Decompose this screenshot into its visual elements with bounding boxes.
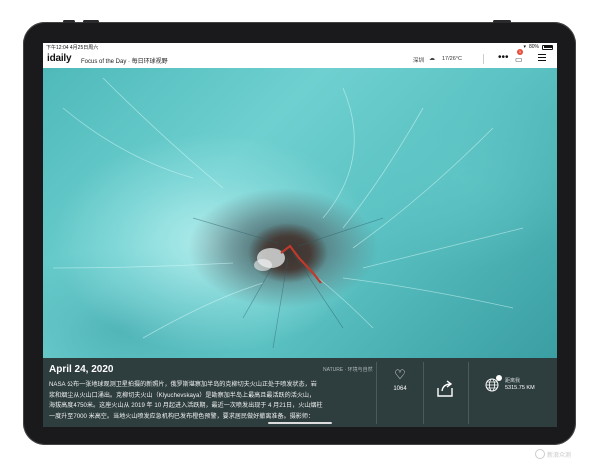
watermark-logo-icon: [535, 449, 545, 459]
like-button[interactable]: ♡ 1064: [383, 367, 417, 393]
caption-panel: April 24, 2020 NATURE · 环境与自然 NASA 公布一张地…: [43, 358, 557, 427]
panel-divider: [468, 362, 469, 424]
distance-value: 5315.75 KM: [505, 385, 535, 391]
photo-details: [52, 77, 524, 349]
notification-badge: 1: [517, 49, 523, 55]
share-icon[interactable]: [435, 380, 455, 398]
body-line: 一度升至7000 米高空。当地火山喷发应急机构已发布橙色预警，要求居民做好撤离准…: [49, 412, 315, 420]
watermark: 新浪众测: [535, 449, 571, 459]
volume-button: [63, 20, 75, 23]
app-header: idaily Focus of the Day · 每日环球视野 深圳 ☁ 17…: [43, 49, 557, 68]
status-time: 下午12:04 4月25日周六: [46, 45, 99, 51]
menu-icon[interactable]: [538, 54, 546, 63]
category-tag[interactable]: NATURE · 环境与自然: [323, 366, 373, 373]
story-date: April 24, 2020: [49, 364, 114, 375]
heart-icon: ♡: [394, 367, 406, 382]
volume-button: [83, 20, 99, 23]
body-line: 浆和烟尘从火山口涌出。克柳切夫火山（Klyuchevskaya）是勘察加半岛上最…: [49, 391, 316, 399]
home-indicator[interactable]: [268, 422, 332, 424]
location-badge: [496, 375, 502, 381]
satellite-photo: [43, 68, 557, 358]
battery-percent: 80%: [528, 44, 539, 50]
header-divider: [483, 54, 484, 64]
weather-temp: 17/26°C: [442, 56, 462, 62]
watermark-text: 新浪众测: [547, 452, 572, 459]
notification-icon[interactable]: ▭: [515, 55, 523, 64]
body-line: NASA 公布一张地球观测卫星拍摄的新照片，俄罗斯堪察加半岛的克柳切夫火山正处于…: [49, 381, 317, 388]
like-count: 1064: [393, 386, 407, 392]
distance-label: 距离我: [505, 378, 521, 384]
panel-divider: [423, 362, 424, 424]
panel-divider: [376, 362, 377, 424]
cloud-icon: ☁: [429, 56, 435, 62]
story-body: NASA 公布一张地球观测卫星拍摄的新照片，俄罗斯堪察加半岛的克柳切夫火山正处于…: [49, 380, 375, 422]
status-bar: 下午12:04 4月25日周六 ▾ 80%: [43, 43, 557, 51]
screen: 下午12:04 4月25日周六 ▾ 80% idaily Focus of th…: [43, 43, 557, 427]
weather-city: 深圳: [413, 58, 425, 64]
wifi-icon: ▾: [523, 44, 526, 50]
body-line: 海拔高度4750米。这座火山从 2019 年 10 月起进入活跃期，最近一次喷发…: [49, 402, 323, 410]
power-button: [493, 20, 511, 23]
battery-icon: [542, 44, 553, 50]
app-subtitle: Focus of the Day · 每日环球视野: [81, 59, 168, 65]
app-logo[interactable]: idaily: [47, 53, 72, 64]
more-options-icon[interactable]: •••: [498, 52, 509, 63]
